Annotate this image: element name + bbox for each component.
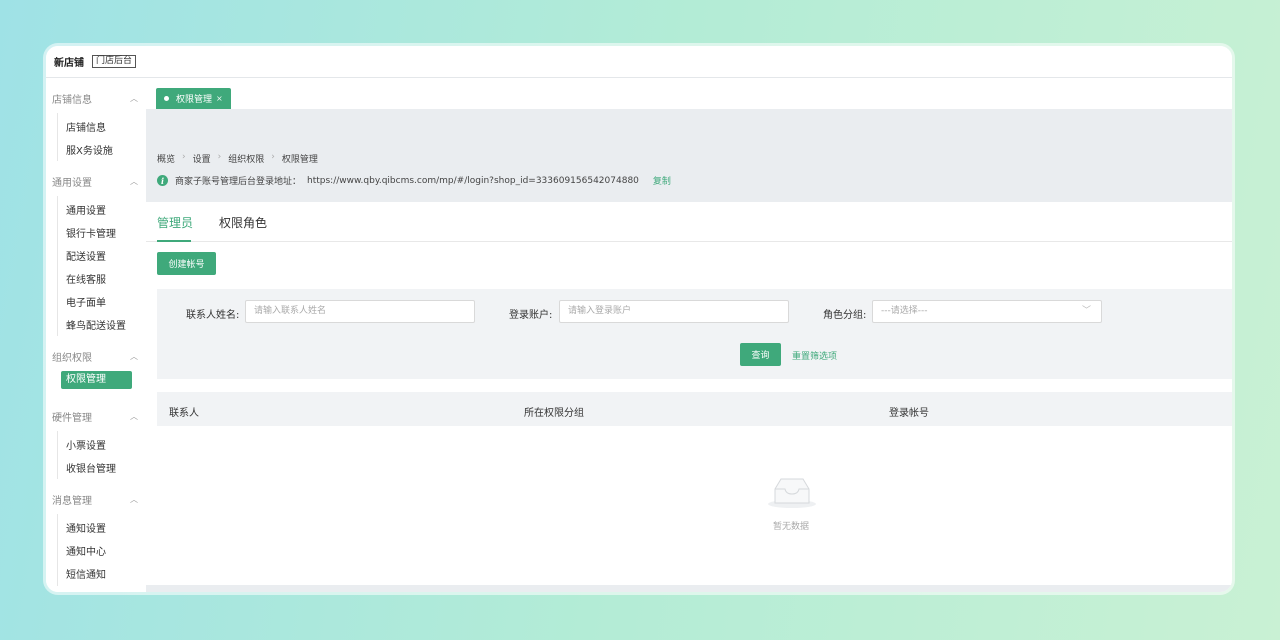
column-header-login-account: 登录帐号 <box>889 408 929 419</box>
tab-permission-management[interactable]: 权限管理 × <box>156 88 231 109</box>
chevron-right-icon: › <box>271 152 275 162</box>
content-panel: 管理员 权限角色 创建帐号 联系人姓名: 请输入联系人姓名 登录账户: 请输入登… <box>146 202 1232 585</box>
column-header-permission-group: 所在权限分组 <box>524 408 584 419</box>
close-icon[interactable]: × <box>216 94 223 103</box>
group-divider <box>57 196 58 336</box>
table-header: 联系人 所在权限分组 登录帐号 <box>157 392 1232 426</box>
empty-state-text: 暂无数据 <box>773 522 810 532</box>
top-bar: 新店铺 门店后台 <box>46 46 1232 78</box>
login-account-label: 登录账户: <box>509 310 553 321</box>
chevron-down-icon: ﹀ <box>1081 306 1091 316</box>
sidebar-group-title: 通用设置 <box>52 178 92 189</box>
sidebar-item-general-settings[interactable]: 通用设置 <box>66 202 106 217</box>
empty-inbox-icon <box>768 478 816 508</box>
column-header-contact: 联系人 <box>169 408 199 419</box>
sidebar-group-messages[interactable]: 消息管理 ︿ <box>52 492 138 507</box>
sidebar-item-fengniao[interactable]: 蜂鸟配送设置 <box>66 317 126 332</box>
store-badge[interactable]: 门店后台 <box>92 55 137 68</box>
sidebar-group-hardware[interactable]: 硬件管理 ︿ <box>52 409 138 424</box>
store-name: 新店铺 <box>54 58 84 69</box>
sidebar-item-bank-card[interactable]: 银行卡管理 <box>66 225 116 240</box>
role-group-label: 角色分组: <box>823 310 867 321</box>
group-divider <box>57 113 58 161</box>
sidebar-group-org-permissions[interactable]: 组织权限 ︿ <box>52 349 138 364</box>
login-url: https://www.qby.qibcms.com/mp/#/login?sh… <box>307 175 639 186</box>
breadcrumb-current: 权限管理 <box>281 155 318 165</box>
chevron-up-icon: ︿ <box>130 412 138 421</box>
role-group-value: ---请选择--- <box>881 306 928 316</box>
sidebar-item-delivery[interactable]: 配送设置 <box>66 248 106 263</box>
sidebar-item-e-waybill[interactable]: 电子面单 <box>66 294 106 309</box>
sidebar-group-title: 消息管理 <box>52 496 92 507</box>
group-divider <box>57 431 58 479</box>
chevron-up-icon: ︿ <box>130 352 138 361</box>
sidebar-item-notification-settings[interactable]: 通知设置 <box>66 520 106 535</box>
sidebar-group-title: 硬件管理 <box>52 413 92 424</box>
sidebar-item-cashier[interactable]: 收银台管理 <box>66 460 116 475</box>
copy-link[interactable]: 复制 <box>653 174 671 187</box>
contact-name-label: 联系人姓名: <box>186 310 240 321</box>
sidebar-group-title: 组织权限 <box>52 353 92 364</box>
login-account-input[interactable]: 请输入登录账户 <box>559 300 789 323</box>
chevron-right-icon: › <box>182 152 186 162</box>
chevron-right-icon: › <box>217 152 222 162</box>
query-button[interactable]: 查询 <box>740 343 781 366</box>
reset-filters-link[interactable]: 重置筛选项 <box>792 349 837 362</box>
info-icon: i <box>157 175 168 186</box>
contact-name-input[interactable]: 请输入联系人姓名 <box>245 300 475 323</box>
sidebar-item-facilities[interactable]: 服X务设施 <box>66 142 113 157</box>
role-group-select[interactable]: ---请选择--- ﹀ <box>872 300 1102 323</box>
chevron-up-icon: ︿ <box>130 495 138 504</box>
create-account-button[interactable]: 创建帐号 <box>157 252 216 275</box>
sidebar-item-sms[interactable]: 短信通知 <box>66 566 106 581</box>
breadcrumb: 概览 › 设置 › 组织权限 › 权限管理 <box>157 152 318 165</box>
sidebar: 店铺信息 ︿ 店铺信息 服X务设施 通用设置 ︿ 通用设置 银行卡管理 配送设置… <box>46 79 146 592</box>
active-tab-indicator <box>157 240 191 242</box>
notice-label: 商家子账号管理后台登录地址： <box>175 177 302 187</box>
chevron-up-icon: ︿ <box>130 94 138 103</box>
breadcrumb-item[interactable]: 设置 <box>193 152 211 165</box>
chevron-up-icon: ︿ <box>130 177 138 186</box>
breadcrumb-item[interactable]: 概览 <box>157 152 175 165</box>
tab-label: 权限管理 <box>176 95 213 105</box>
group-divider <box>57 514 58 586</box>
main-area: 权限管理 × 概览 › 设置 › 组织权限 › 权限管理 i 商家子账号管理后台… <box>146 79 1232 592</box>
sidebar-item-permission-management[interactable]: 权限管理 <box>61 371 132 389</box>
sidebar-group-general[interactable]: 通用设置 ︿ <box>52 174 138 189</box>
sidebar-item-receipt[interactable]: 小票设置 <box>66 437 106 452</box>
tab-permission-roles[interactable]: 权限角色 <box>219 214 267 231</box>
breadcrumb-item[interactable]: 组织权限 <box>228 152 264 165</box>
tab-administrators[interactable]: 管理员 <box>157 214 193 231</box>
login-url-notice: i 商家子账号管理后台登录地址： https://www.qby.qibcms.… <box>157 174 671 187</box>
app-window: 新店铺 门店后台 店铺信息 ︿ 店铺信息 服X务设施 通用设置 ︿ 通用设置 银… <box>46 46 1232 592</box>
sidebar-group-store-info[interactable]: 店铺信息 ︿ <box>52 91 138 106</box>
sidebar-item-notification-center[interactable]: 通知中心 <box>66 543 106 558</box>
filter-panel: 联系人姓名: 请输入联系人姓名 登录账户: 请输入登录账户 角色分组: ---请… <box>157 289 1232 379</box>
subtabs: 管理员 权限角色 <box>146 202 1232 242</box>
sidebar-group-title: 店铺信息 <box>52 95 92 106</box>
tab-bar: 权限管理 × <box>146 79 1232 109</box>
dot-icon <box>164 96 169 101</box>
sidebar-item-online-service[interactable]: 在线客服 <box>66 271 106 286</box>
sidebar-item-store-info[interactable]: 店铺信息 <box>66 119 106 134</box>
